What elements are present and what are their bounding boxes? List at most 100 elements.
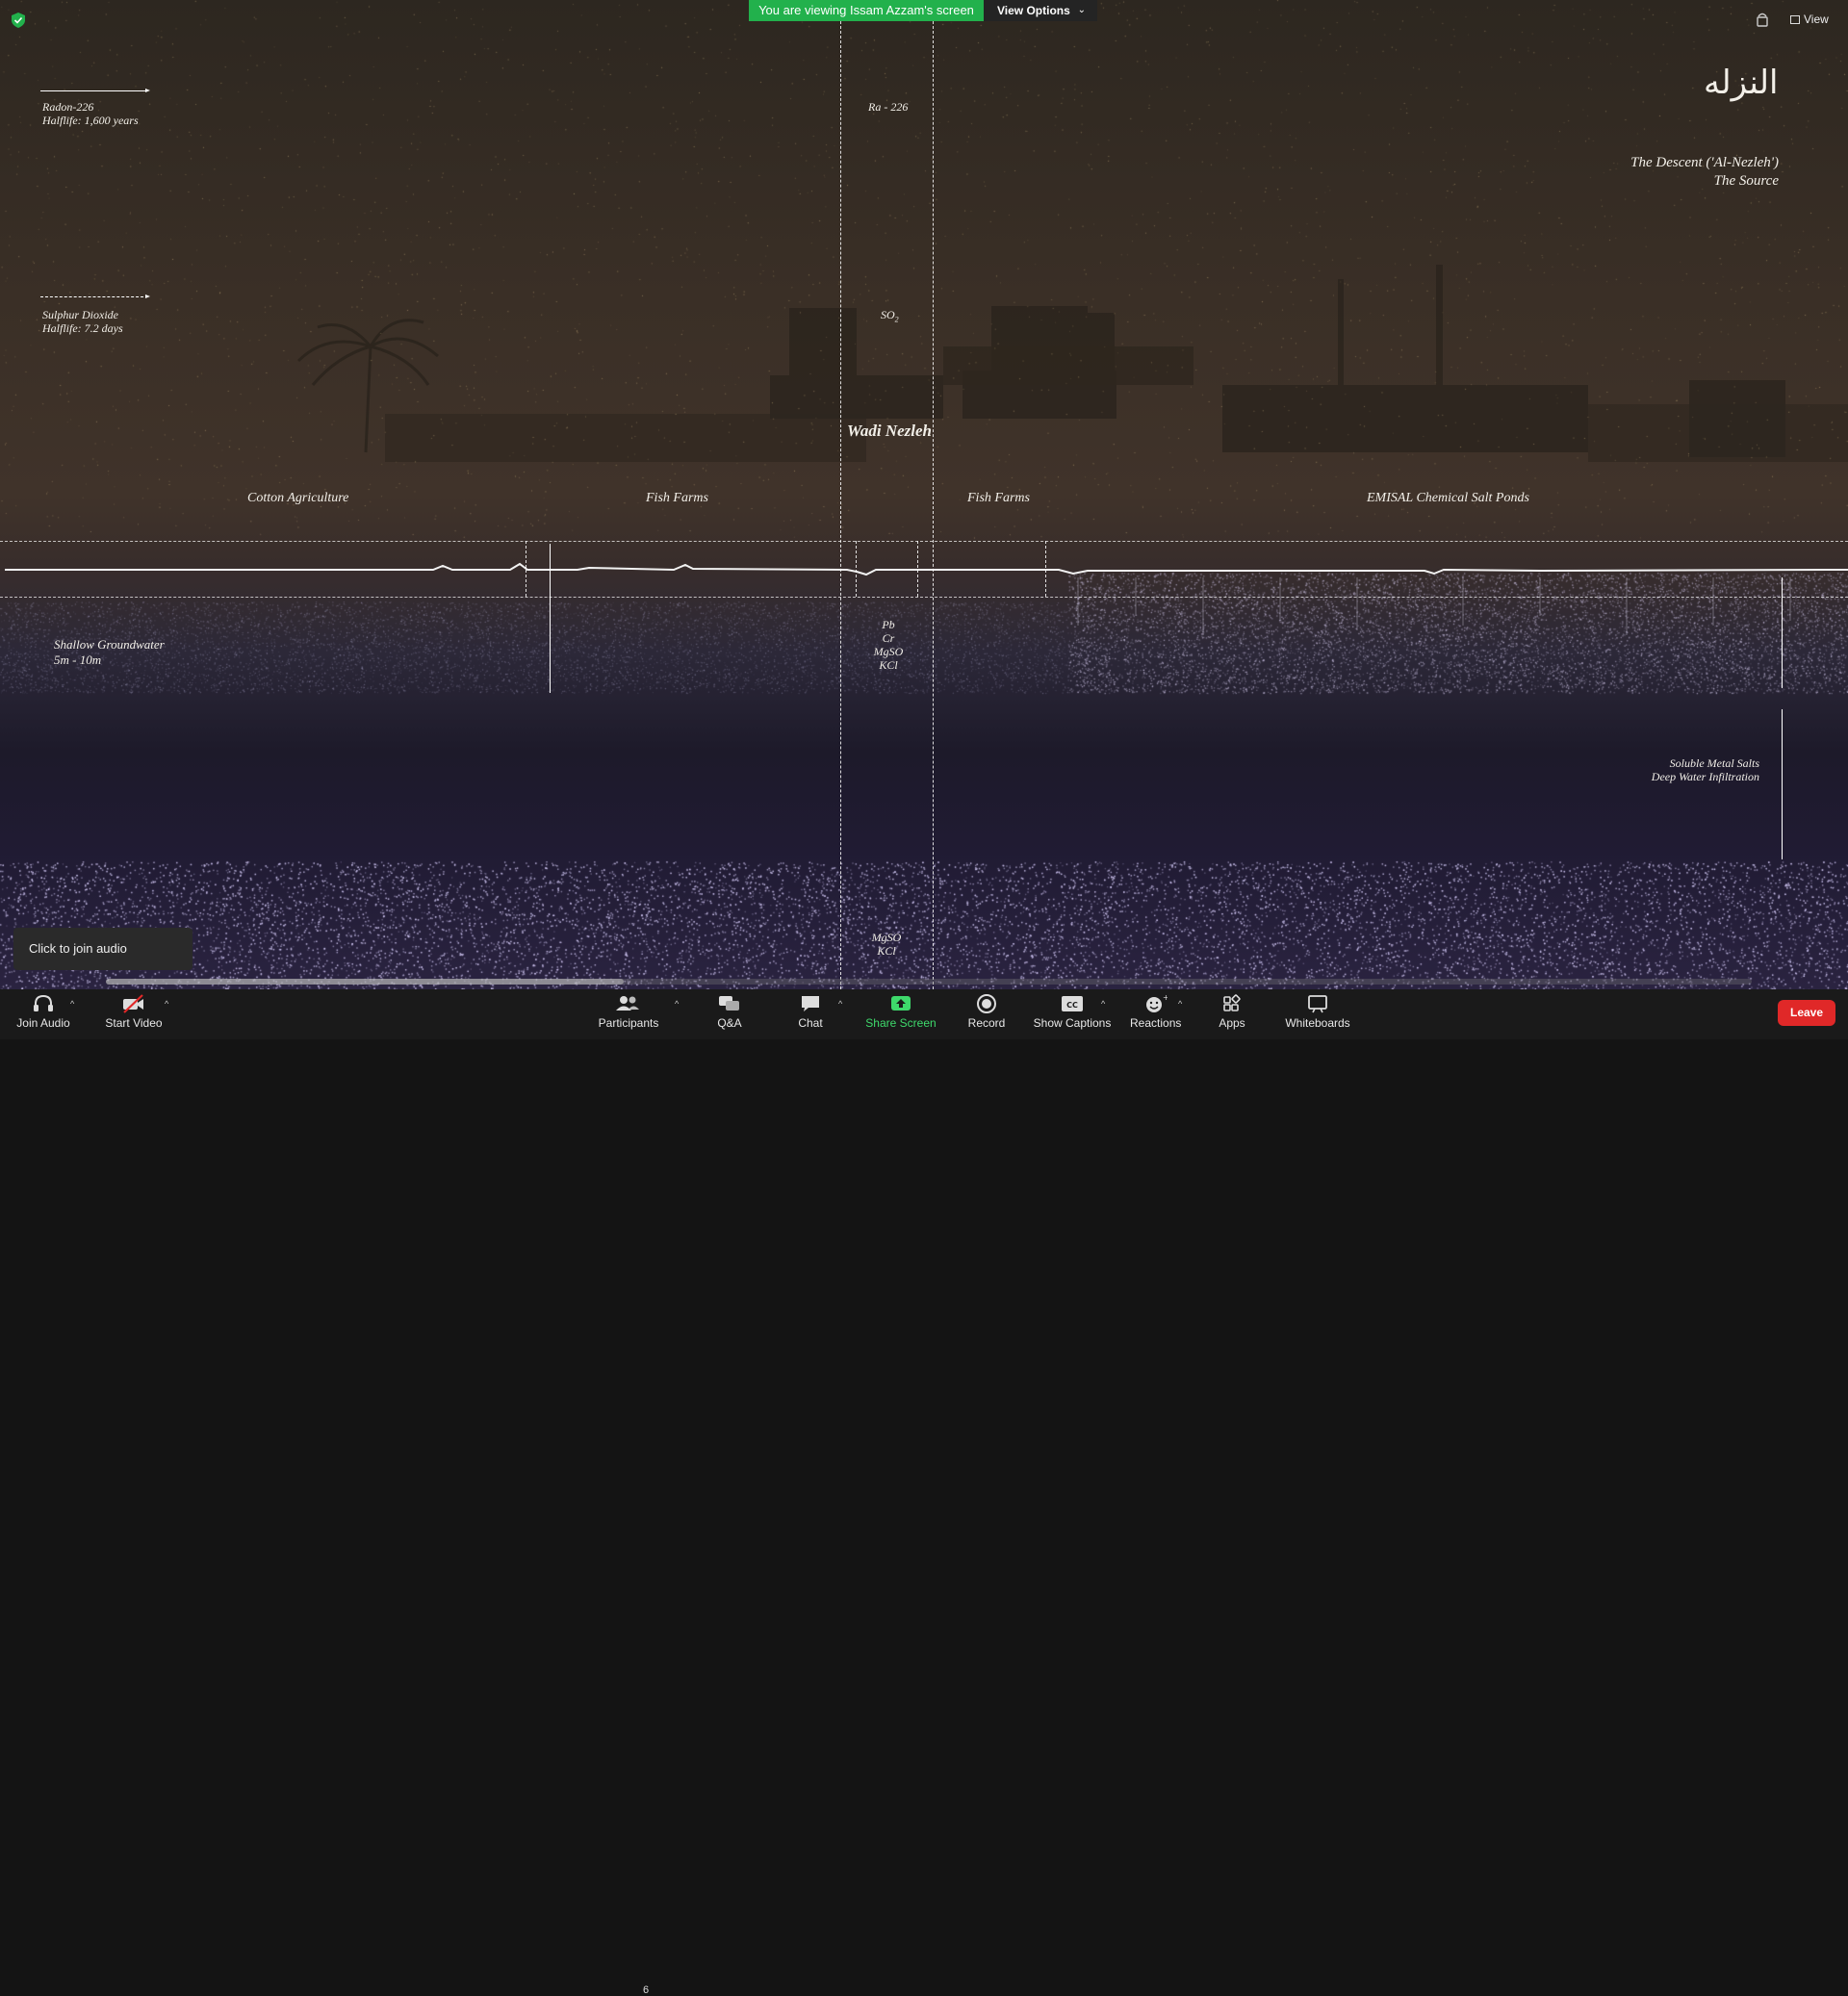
slide-subtitle: The Descent ('Al-Nezleh') The Source xyxy=(1630,154,1779,191)
view-button-label: View xyxy=(1804,13,1829,26)
metal-mgso: MgSO xyxy=(873,645,904,658)
share-screen-button[interactable]: Share Screen xyxy=(864,989,937,1039)
ra226-label: Ra - 226 xyxy=(868,100,909,114)
so2-text: SO xyxy=(881,308,895,321)
dashed-vertical-right xyxy=(933,21,934,989)
soluble-label: Soluble Metal Salts Deep Water Infiltrat… xyxy=(1652,756,1759,783)
audio-options-caret-icon[interactable]: ^ xyxy=(70,999,74,1009)
join-audio-button[interactable]: Join Audio xyxy=(13,989,73,1039)
sulphur-halflife: Halflife: 7.2 days xyxy=(42,321,123,335)
horizontal-scrollbar[interactable] xyxy=(106,979,1752,985)
immersive-view-icon[interactable] xyxy=(1754,11,1771,28)
captions-icon: CC xyxy=(1062,996,1083,1011)
captions-caret-icon[interactable]: ^ xyxy=(1101,999,1105,1009)
groundwater-marker xyxy=(550,544,551,693)
radon-legend: Radon-226 Halflife: 1,600 years xyxy=(42,100,139,127)
join-audio-tooltip[interactable]: Click to join audio xyxy=(13,928,192,970)
record-button[interactable]: Record xyxy=(966,989,1007,1039)
metal-pb: Pb xyxy=(882,618,895,631)
show-captions-button[interactable]: CC Show Captions xyxy=(1032,989,1113,1039)
participants-label: Participants xyxy=(598,1016,659,1030)
wadi-label: Wadi Nezleh xyxy=(847,422,932,440)
encryption-shield-icon[interactable] xyxy=(12,13,25,28)
subtitle-line2: The Source xyxy=(1713,173,1779,189)
radon-name: Radon-226 xyxy=(42,100,94,114)
scrollbar-thumb[interactable] xyxy=(106,979,624,985)
headphones-icon xyxy=(34,994,53,1011)
dashed-vertical-left xyxy=(840,21,841,989)
dashed-horizontal-bottom xyxy=(0,597,1848,598)
reactions-button[interactable]: + Reactions xyxy=(1130,989,1182,1039)
shared-screen: النزله The Descent ('Al-Nezleh') The Sou… xyxy=(0,0,1848,989)
radon-arrow xyxy=(40,89,150,92)
chevron-down-icon: ⌄ xyxy=(1077,5,1086,15)
video-off-icon xyxy=(123,994,143,1013)
share-screen-label: Share Screen xyxy=(865,1016,937,1030)
metal-cr: Cr xyxy=(882,631,895,645)
reactions-icon: + xyxy=(1146,993,1168,1012)
salt-mgso: MgSO xyxy=(871,931,902,944)
zone-fish-farms-1: Fish Farms xyxy=(646,491,708,505)
show-captions-label: Show Captions xyxy=(1033,1016,1112,1030)
metal-kcl: KCl xyxy=(879,658,898,672)
participants-count: 6 xyxy=(643,1984,650,1996)
groundwater-line2: 5m - 10m xyxy=(54,653,102,667)
participants-icon xyxy=(616,996,639,1011)
viewing-screen-banner: You are viewing Issam Azzam's screen xyxy=(749,0,984,21)
soluble-line2: Deep Water Infiltration xyxy=(1651,770,1759,783)
whiteboards-button[interactable]: Whiteboards xyxy=(1284,989,1351,1039)
infiltration-marker-top xyxy=(1782,577,1783,688)
video-options-caret-icon[interactable]: ^ xyxy=(165,999,168,1009)
radon-halflife: Halflife: 1,600 years xyxy=(42,114,139,127)
reactions-label: Reactions xyxy=(1130,1016,1182,1030)
so2-label: SO2 xyxy=(881,308,899,326)
whiteboards-label: Whiteboards xyxy=(1285,1016,1350,1030)
subtitle-line1: The Descent ('Al-Nezleh') xyxy=(1630,155,1779,170)
apps-button[interactable]: Apps xyxy=(1213,989,1251,1039)
record-label: Record xyxy=(967,1016,1006,1030)
metals-list: Pb Cr MgSO KCl xyxy=(871,618,906,672)
zone-fish-farms-2: Fish Farms xyxy=(967,491,1030,505)
qa-button[interactable]: Q&A xyxy=(710,989,749,1039)
start-video-button[interactable]: Start Video xyxy=(100,989,167,1039)
sulphur-name: Sulphur Dioxide xyxy=(42,308,118,321)
zone-cotton: Cotton Agriculture xyxy=(247,491,349,505)
groundwater-label: Shallow Groundwater 5m - 10m xyxy=(54,637,165,668)
dashed-tick-4 xyxy=(1045,541,1046,597)
join-audio-label: Join Audio xyxy=(16,1016,70,1030)
soluble-line1: Soluble Metal Salts xyxy=(1669,756,1759,770)
chat-button[interactable]: Chat xyxy=(791,989,830,1039)
participants-button[interactable]: Participants xyxy=(595,989,662,1039)
start-video-label: Start Video xyxy=(105,1016,163,1030)
groundwater-line1: Shallow Groundwater xyxy=(54,637,165,652)
sulphur-arrow xyxy=(40,294,150,298)
record-icon xyxy=(977,994,996,1013)
participants-caret-icon[interactable]: ^ xyxy=(675,999,679,1009)
qa-label: Q&A xyxy=(717,1016,742,1030)
slide-title-arabic: النزله xyxy=(1704,64,1779,102)
so2-subscript: 2 xyxy=(894,315,899,324)
view-button[interactable]: View xyxy=(1790,10,1829,29)
share-screen-icon xyxy=(891,996,911,1011)
svg-text:+: + xyxy=(1163,993,1168,1002)
captions-cc-text: CC xyxy=(1066,1001,1078,1010)
bottom-salts: MgSO KCl xyxy=(869,931,904,958)
whiteboard-icon xyxy=(1308,995,1327,1013)
grid-icon xyxy=(1790,15,1800,24)
leave-button[interactable]: Leave xyxy=(1778,1000,1835,1026)
apps-icon xyxy=(1223,994,1241,1011)
qa-icon xyxy=(719,996,739,1011)
reactions-caret-icon[interactable]: ^ xyxy=(1178,999,1182,1009)
apps-label: Apps xyxy=(1219,1016,1245,1030)
zone-emisal: EMISAL Chemical Salt Ponds xyxy=(1367,491,1529,505)
dashed-tick-3 xyxy=(917,541,918,597)
view-options-button[interactable]: View Options ⌄ xyxy=(984,0,1097,21)
chat-caret-icon[interactable]: ^ xyxy=(838,999,842,1009)
meeting-toolbar: Join Audio ^ Start Video ^ Participants … xyxy=(0,989,1848,1996)
sulphur-legend: Sulphur Dioxide Halflife: 7.2 days xyxy=(42,308,123,335)
dashed-horizontal-top xyxy=(0,541,1848,542)
chat-icon xyxy=(802,996,819,1011)
dashed-tick-2 xyxy=(856,541,857,597)
salt-kcl: KCl xyxy=(877,944,896,958)
view-options-label: View Options xyxy=(997,4,1070,17)
